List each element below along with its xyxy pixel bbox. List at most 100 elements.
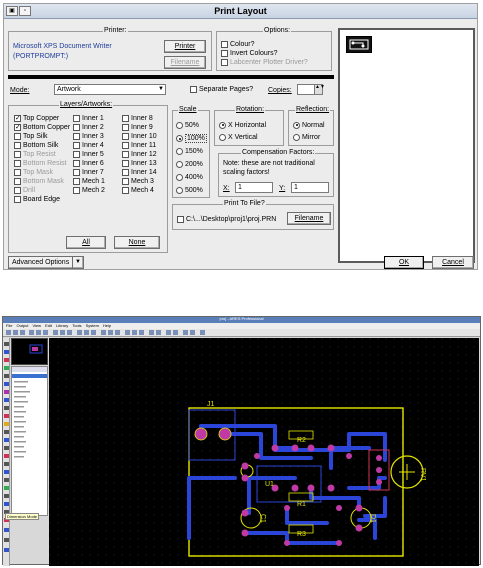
rotation-vertical[interactable]: X Vertical — [219, 131, 266, 143]
mech-3-checkbox[interactable] — [122, 178, 129, 185]
invert-colours-checkbox[interactable] — [221, 50, 228, 57]
separate-pages-option[interactable]: Separate Pages? — [190, 85, 253, 94]
separate-pages-checkbox[interactable] — [190, 86, 197, 93]
scale-50[interactable]: 50% — [176, 119, 207, 132]
print-to-file-checkbox[interactable] — [177, 216, 184, 223]
inner-7-checkbox[interactable] — [73, 169, 80, 176]
inner-13-checkbox[interactable] — [122, 160, 129, 167]
none-button[interactable]: None — [114, 236, 160, 249]
layer-mech-1[interactable]: Mech 1 — [73, 177, 105, 186]
pcb-canvas[interactable]: J1 R2 R1 R3 U1 RV1 C1 D1 — [49, 338, 479, 566]
advanced-options-button[interactable]: Advanced Options ▼ — [8, 256, 84, 269]
compensation-caption: Compensation Factors: — [241, 149, 316, 157]
printer-button[interactable]: Printer — [164, 40, 206, 53]
chevron-down-icon[interactable]: ▼ — [158, 85, 164, 94]
scale-100-radio[interactable] — [176, 135, 183, 142]
inner-12-checkbox[interactable] — [122, 151, 129, 158]
copies-input[interactable]: ▲▼ — [297, 84, 325, 95]
layer-inner-3[interactable]: Inner 3 — [73, 132, 105, 141]
layer-top-silk[interactable]: Top Silk — [14, 132, 70, 141]
option-colour[interactable]: Colour? — [221, 40, 308, 49]
layer-inner-7[interactable]: Inner 7 — [73, 168, 105, 177]
all-button[interactable]: All — [66, 236, 106, 249]
inner-10-checkbox[interactable] — [122, 133, 129, 140]
layer-inner-9[interactable]: Inner 9 — [122, 123, 157, 132]
option-invert-colours[interactable]: Invert Colours? — [221, 49, 308, 58]
inner-14-checkbox[interactable] — [122, 169, 129, 176]
layer-inner-4[interactable]: Inner 4 — [73, 141, 105, 150]
layer-board-edge[interactable]: Board Edge — [14, 195, 70, 204]
layer-inner-8[interactable]: Inner 8 — [122, 114, 157, 123]
print-file-filename-button[interactable]: Filename — [287, 212, 331, 225]
layer-inner-11[interactable]: Inner 11 — [122, 141, 157, 150]
x-factor-input[interactable]: 1 — [235, 182, 273, 193]
layer-mech-4[interactable]: Mech 4 — [122, 186, 157, 195]
inner-9-checkbox[interactable] — [122, 124, 129, 131]
mech-2-checkbox[interactable] — [73, 187, 80, 194]
horizontal-radio[interactable] — [219, 121, 226, 129]
app-toolbar — [3, 329, 480, 337]
mirror-radio[interactable] — [293, 133, 300, 141]
scale-500[interactable]: 500% — [176, 184, 207, 197]
scale-100[interactable]: 100% — [176, 132, 207, 145]
options-group: Options: Colour? Invert Colours? Labcent… — [216, 27, 332, 71]
y-factor-input[interactable]: 1 — [291, 182, 329, 193]
printer-name: Microsoft XPS Document Writer — [13, 43, 112, 50]
reflection-mirror[interactable]: Mirror — [293, 131, 325, 143]
toolbar-icons[interactable] — [3, 329, 233, 337]
colour-checkbox[interactable] — [221, 41, 228, 48]
layer-mech-3[interactable]: Mech 3 — [122, 177, 157, 186]
vertical-radio[interactable] — [219, 133, 226, 141]
scale-50-radio[interactable] — [176, 122, 183, 129]
label-c1: C1 — [259, 514, 266, 523]
layer-inner-6[interactable]: Inner 6 — [73, 159, 105, 168]
layer-inner-2[interactable]: Inner 2 — [73, 123, 105, 132]
scale-200-radio[interactable] — [176, 161, 183, 168]
inner-3-checkbox[interactable] — [73, 133, 80, 140]
bottom-silk-checkbox[interactable] — [14, 142, 21, 149]
layer-bottom-copper[interactable]: ✓ Bottom Copper — [14, 123, 70, 132]
top-silk-checkbox[interactable] — [14, 133, 21, 140]
selector-tabs[interactable] — [12, 367, 47, 372]
printer-caption: Printer: — [103, 27, 128, 35]
rotation-horizontal[interactable]: X Horizontal — [219, 119, 266, 131]
inner-4-checkbox[interactable] — [73, 142, 80, 149]
layer-inner-14[interactable]: Inner 14 — [122, 168, 157, 177]
scale-150-radio[interactable] — [176, 148, 183, 155]
layer-inner-12[interactable]: Inner 12 — [122, 150, 157, 159]
cancel-button[interactable]: Cancel — [432, 256, 474, 269]
mech-1-checkbox[interactable] — [73, 178, 80, 185]
mode-select[interactable]: Artwork ▼ — [54, 84, 166, 95]
layer-inner-13[interactable]: Inner 13 — [122, 159, 157, 168]
scale-400-radio[interactable] — [176, 174, 183, 181]
top-copper-checkbox[interactable]: ✓ — [14, 115, 21, 122]
normal-radio[interactable] — [293, 121, 300, 129]
tool-icons[interactable] — [3, 338, 10, 558]
bottom-copper-checkbox[interactable]: ✓ — [14, 124, 21, 131]
layer-inner-1[interactable]: Inner 1 — [73, 114, 105, 123]
inner-2-checkbox[interactable] — [73, 124, 80, 131]
scale-150[interactable]: 150% — [176, 145, 207, 158]
inner-5-checkbox[interactable] — [73, 151, 80, 158]
print-to-file-option[interactable]: C:\...\Desktop\proj1\proj.PRN — [177, 215, 276, 224]
ok-button[interactable]: OK — [384, 256, 424, 269]
layer-top-copper[interactable]: ✓ Top Copper — [14, 114, 70, 123]
inner-8-checkbox[interactable] — [122, 115, 129, 122]
inner-1-checkbox[interactable] — [73, 115, 80, 122]
inner-6-checkbox[interactable] — [73, 160, 80, 167]
scale-500-radio[interactable] — [176, 187, 183, 194]
inner-11-checkbox[interactable] — [122, 142, 129, 149]
layer-inner-5[interactable]: Inner 5 — [73, 150, 105, 159]
board-edge-checkbox[interactable] — [14, 196, 21, 203]
layer-mech-2[interactable]: Mech 2 — [73, 186, 105, 195]
overview-window[interactable] — [11, 338, 48, 365]
mech-4-checkbox[interactable] — [122, 187, 129, 194]
layer-bottom-silk[interactable]: Bottom Silk — [14, 141, 70, 150]
copies-spinner-icon[interactable]: ▲▼ — [314, 85, 325, 94]
chevron-down-icon[interactable]: ▼ — [72, 257, 83, 268]
reflection-normal[interactable]: Normal — [293, 119, 325, 131]
object-selector[interactable] — [11, 366, 48, 516]
scale-200[interactable]: 200% — [176, 158, 207, 171]
layer-inner-10[interactable]: Inner 10 — [122, 132, 157, 141]
scale-400[interactable]: 400% — [176, 171, 207, 184]
